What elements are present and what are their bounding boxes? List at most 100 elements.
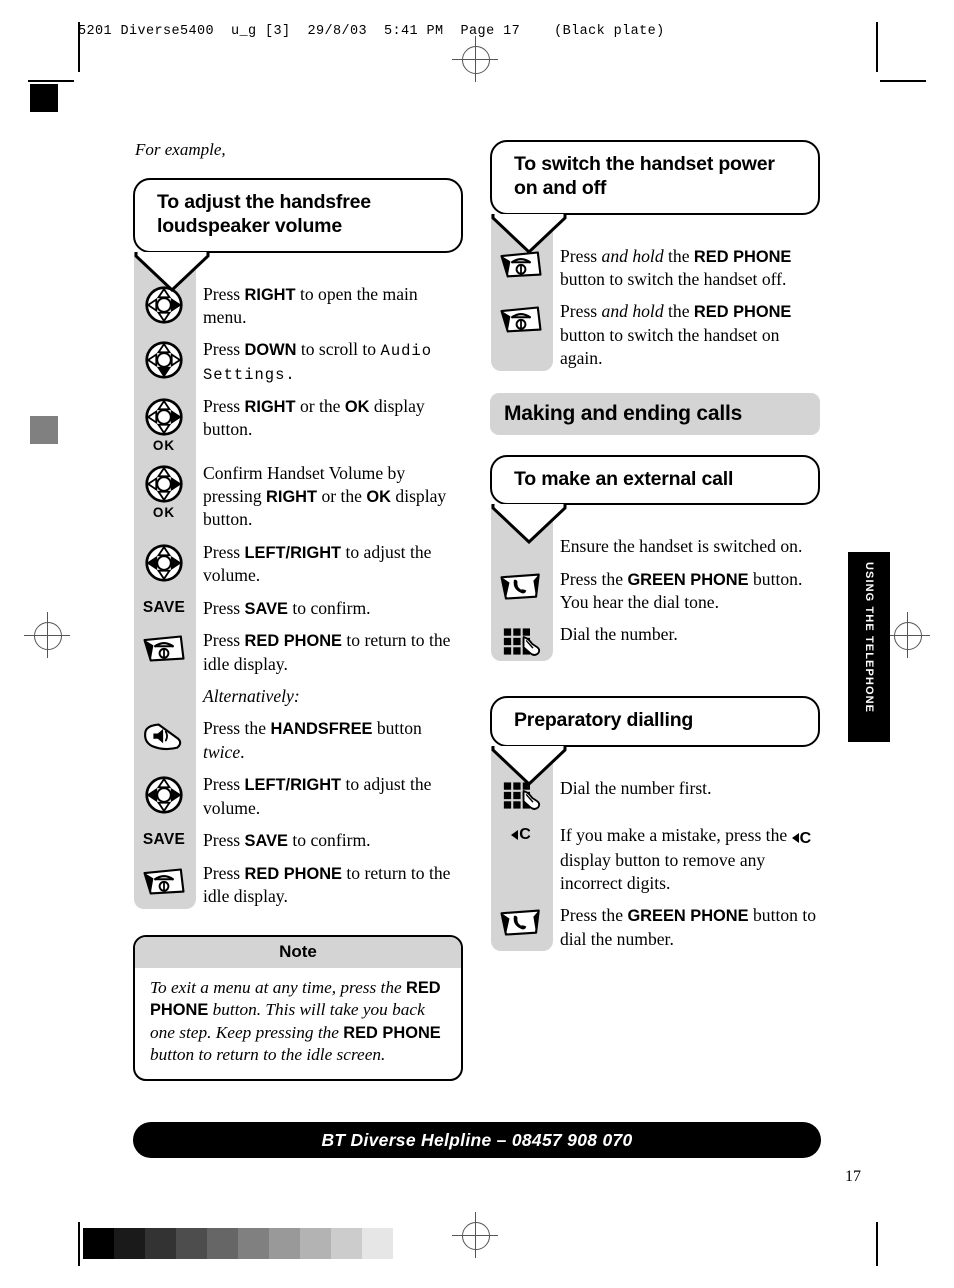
step-text: Press SAVE to confirm. (203, 830, 371, 851)
note-heading: Note (135, 936, 461, 968)
registration-cross-left (24, 612, 70, 658)
power-bubble: To switch the handset power on and off (490, 140, 820, 215)
dpad-leftright-icon (133, 541, 195, 583)
handsfree-volume-bubble: To adjust the handsfree loudspeaker volu… (133, 178, 463, 253)
bubble-tail-icon (134, 251, 210, 292)
external-call-bubble: To make an external call (490, 454, 820, 506)
bubble-tail-icon (491, 213, 567, 254)
power-title: To switch the handset power on and off (514, 153, 775, 199)
step-item: Press RED PHONE to return to the idle di… (133, 862, 463, 909)
green-phone-icon (490, 904, 552, 940)
step-text: Press LEFT/RIGHT to adjust the volume. (203, 774, 432, 818)
greyscale-calibration-bar (83, 1228, 393, 1259)
step-text: Press RED PHONE to return to the idle di… (203, 862, 451, 907)
step-text: Press RIGHT or the OK display button. (203, 395, 425, 440)
step-item: SAVE Press SAVE to confirm. (133, 597, 463, 621)
registration-cross-top (452, 36, 498, 82)
dpad-right-icon: OK (133, 462, 195, 520)
greyscale-swatch-4 (207, 1228, 238, 1259)
greyscale-swatch-5 (238, 1228, 269, 1259)
crop-rule-top-right (880, 80, 926, 82)
step-item: Press LEFT/RIGHT to adjust the volume. (133, 773, 463, 820)
dpad-down-icon (133, 338, 195, 380)
green-phone-icon (490, 568, 552, 604)
external-call-bubble-wrap: To make an external call (490, 454, 820, 545)
intro-text: For example, (135, 140, 226, 159)
bubble-tail-icon (491, 504, 567, 545)
registration-cross-bottom (452, 1212, 498, 1258)
step-item: Press the HANDSFREE button twice. (133, 717, 463, 764)
step-item: Press DOWN to scroll to Audio Settings. (133, 338, 463, 385)
crop-rule-top-left (28, 80, 74, 82)
clear-c-icon: C (511, 826, 531, 844)
side-tab-using-the-telephone: USING THE TELEPHONE (848, 552, 890, 742)
step-text: Press DOWN to scroll to Audio Settings. (203, 339, 433, 385)
step-text: Dial the number first. (560, 778, 712, 799)
step-icon-sublabel: SAVE (142, 598, 186, 616)
section-banner-making-calls: Making and ending calls (490, 392, 820, 435)
step-item: SAVE Press SAVE to confirm. (133, 829, 463, 853)
registration-square-grey (30, 416, 58, 444)
footer-helpline-text: BT Diverse Helpline – 08457 908 070 (321, 1129, 633, 1150)
note-box: Note To exit a menu at any time, press t… (133, 934, 463, 1082)
step-text: Press RED PHONE to return to the idle di… (203, 630, 451, 674)
step-text: Press and hold the RED PHONE button to s… (560, 245, 792, 290)
red-phone-icon (490, 300, 552, 336)
right-column: To switch the handset power on and off P… (490, 140, 820, 960)
step-item: Alternatively: (133, 685, 463, 708)
keypad-icon (490, 623, 552, 661)
greyscale-swatch-2 (145, 1228, 176, 1259)
preparatory-dialling-title: Preparatory dialling (514, 709, 694, 732)
step-icon-sublabel: OK (152, 504, 176, 520)
registration-cross-right (884, 612, 930, 658)
handsfree-volume-steps: Press RIGHT to open the main menu. Press… (133, 252, 463, 909)
footer-helpline-banner: BT Diverse Helpline – 08457 908 070 (133, 1122, 821, 1158)
left-column: For example, To adjust the handsfree lou… (133, 140, 463, 1082)
red-phone-icon (133, 862, 195, 898)
bubble-tail-icon (491, 746, 567, 787)
note-body: To exit a menu at any time, press the RE… (150, 977, 441, 1064)
page-border-right-bottom (876, 1222, 878, 1266)
print-header-text: 5201 Diverse5400 u_g [3] 29/8/03 5:41 PM… (78, 24, 665, 39)
handsfree-volume-title: To adjust the handsfree loudspeaker volu… (157, 191, 371, 237)
step-item: OK Confirm Handset Volume by pressing RIG… (133, 462, 463, 532)
step-text: Press RIGHT to open the main menu. (203, 283, 418, 328)
handsfree-icon (133, 717, 195, 755)
greyscale-swatch-0 (83, 1228, 114, 1259)
greyscale-swatch-7 (300, 1228, 331, 1259)
step-item: Press RED PHONE to return to the idle di… (133, 629, 463, 676)
registration-square-black (30, 84, 58, 112)
side-tab-label: USING THE TELEPHONE (863, 562, 875, 714)
step-item: Press the GREEN PHONE button. You hear t… (490, 568, 820, 615)
step-text: Press the HANDSFREE button twice. (203, 718, 422, 762)
greyscale-swatch-9 (362, 1228, 393, 1259)
preparatory-dialling-bubble-wrap: Preparatory dialling (490, 696, 820, 787)
step-text: Confirm Handset Volume by pressing RIGHT… (203, 462, 447, 530)
dpad-right-icon: OK (133, 395, 195, 453)
page-number: 17 (845, 1168, 861, 1185)
save-label-icon: SAVE (133, 829, 195, 849)
step-text: Press SAVE to confirm. (203, 597, 371, 618)
handsfree-volume-bubble-wrap: To adjust the handsfree loudspeaker volu… (133, 178, 463, 292)
step-icon-placeholder (133, 685, 195, 689)
save-label-icon: SAVE (133, 597, 195, 617)
step-text: Press the GREEN PHONE button. You hear t… (560, 568, 803, 613)
step-item: OK Press RIGHT or the OK display button. (133, 395, 463, 453)
step-item: Press LEFT/RIGHT to adjust the volume. (133, 541, 463, 588)
step-text: Dial the number. (560, 624, 678, 645)
dpad-leftright-icon (133, 773, 195, 815)
step-text: Press LEFT/RIGHT to adjust the volume. (203, 541, 432, 586)
step-item: Press the GREEN PHONE button to dial the… (490, 904, 820, 951)
external-call-title: To make an external call (514, 467, 734, 490)
step-text: If you make a mistake, press the C displ… (560, 825, 812, 893)
section-title: Making and ending calls (504, 401, 743, 425)
clear-c-icon: C (490, 824, 552, 844)
step-icon-sublabel: SAVE (142, 831, 186, 849)
greyscale-bar-tick (79, 1222, 80, 1265)
greyscale-swatch-6 (269, 1228, 300, 1259)
greyscale-swatch-1 (114, 1228, 145, 1259)
preparatory-dialling-bubble: Preparatory dialling (490, 696, 820, 748)
step-text: Alternatively: (203, 686, 300, 707)
step-text: Press the GREEN PHONE button to dial the… (560, 905, 817, 949)
step-icon-sublabel: OK (152, 437, 176, 453)
